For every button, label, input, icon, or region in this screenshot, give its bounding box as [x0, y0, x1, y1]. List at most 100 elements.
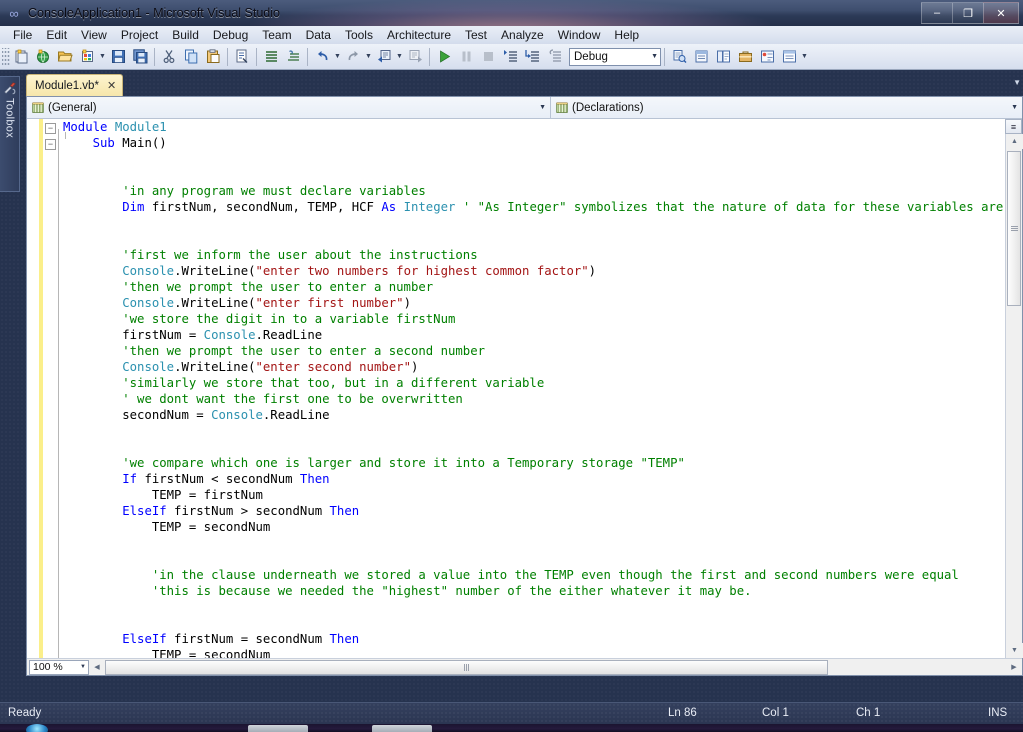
taskbar-item[interactable]	[372, 725, 432, 732]
add-new-item-dropdown-arrow[interactable]: ▼	[98, 46, 107, 68]
step-out-icon[interactable]	[543, 46, 565, 68]
uncomment-icon[interactable]	[282, 46, 304, 68]
menu-item-view[interactable]: View	[74, 26, 114, 44]
redo-dropdown-arrow[interactable]: ▼	[364, 46, 373, 68]
title-bar-glow	[250, 0, 770, 26]
start-orb-icon[interactable]	[26, 724, 48, 732]
code-line: 'in the clause underneath we stored a va…	[151, 568, 959, 582]
code-line: ElseIf firstNum > secondNum Then	[122, 504, 360, 518]
menu-item-data[interactable]: Data	[299, 26, 338, 44]
output-window-icon[interactable]	[778, 46, 800, 68]
error-list-icon[interactable]	[756, 46, 778, 68]
save-icon[interactable]	[107, 46, 129, 68]
menu-item-tools[interactable]: Tools	[338, 26, 380, 44]
code-text[interactable]: Module Module1 Sub Main() 'in any progra…	[63, 119, 1022, 675]
save-all-icon[interactable]	[129, 46, 151, 68]
vb-module-icon	[556, 102, 568, 113]
toolbar-grip[interactable]	[2, 47, 10, 66]
navigate-backward-dropdown-arrow[interactable]: ▼	[395, 46, 404, 68]
chevron-down-icon[interactable]: ▼	[539, 104, 546, 111]
code-surface[interactable]: − − Module Module1 Sub Main() 'in any pr…	[27, 119, 1022, 675]
scroll-left-arrow[interactable]: ◀	[89, 660, 105, 675]
find-icon[interactable]	[231, 46, 253, 68]
close-icon[interactable]: ✕	[107, 79, 116, 92]
menu-item-help[interactable]: Help	[607, 26, 646, 44]
menu-item-analyze[interactable]: Analyze	[494, 26, 551, 44]
chevron-down-icon[interactable]: ▼	[80, 664, 86, 670]
add-new-item-icon[interactable]	[76, 46, 98, 68]
fold-toggle-module[interactable]: −	[45, 123, 56, 134]
scroll-up-arrow[interactable]: ▲	[1006, 134, 1023, 149]
status-bar: Ready Ln 86 Col 1 Ch 1 INS	[0, 702, 1023, 725]
navigate-backward-icon[interactable]	[373, 46, 395, 68]
solution-configuration-combo[interactable]: Debug ▼	[569, 47, 661, 66]
comment-icon[interactable]	[260, 46, 282, 68]
object-browser-icon[interactable]	[712, 46, 734, 68]
step-over-icon[interactable]	[521, 46, 543, 68]
redo-icon[interactable]	[342, 46, 364, 68]
cut-icon[interactable]	[158, 46, 180, 68]
chevron-down-icon[interactable]: ▼	[1011, 104, 1018, 111]
vertical-scroll-thumb[interactable]	[1007, 151, 1021, 306]
tab-list-dropdown-icon[interactable]: ▼	[1013, 78, 1021, 87]
toolbar-separator	[227, 47, 228, 66]
close-button[interactable]: ✕	[983, 2, 1019, 24]
zoom-level-combo[interactable]: 100 % ▼	[29, 659, 89, 675]
maximize-restore-button[interactable]: ❐	[952, 2, 983, 24]
horizontal-scroll-thumb[interactable]	[105, 659, 828, 675]
solution-explorer-icon[interactable]	[668, 46, 690, 68]
window-controls: – ❐ ✕	[921, 2, 1019, 24]
step-into-icon[interactable]	[499, 46, 521, 68]
open-file-icon[interactable]	[54, 46, 76, 68]
undo-icon[interactable]	[311, 46, 333, 68]
code-line: Dim firstNum, secondNum, TEMP, HCF As In…	[122, 200, 1022, 214]
menu-item-edit[interactable]: Edit	[39, 26, 74, 44]
paste-icon[interactable]	[202, 46, 224, 68]
properties-window-icon[interactable]	[690, 46, 712, 68]
new-project-icon[interactable]	[10, 46, 32, 68]
status-column: Col 1	[762, 707, 789, 719]
start-debugging-icon[interactable]	[433, 46, 455, 68]
code-line: secondNum = Console.ReadLine	[63, 408, 330, 422]
member-declaration-combo[interactable]: (Declarations) ▼	[551, 97, 1022, 119]
menu-item-architecture[interactable]: Architecture	[380, 26, 458, 44]
taskbar-item[interactable]	[248, 725, 308, 732]
vertical-scrollbar[interactable]: ▲ ▼	[1005, 119, 1023, 658]
menu-item-project[interactable]: Project	[114, 26, 165, 44]
horizontal-scroll-track[interactable]	[105, 659, 1006, 675]
toolbar-separator	[256, 47, 257, 66]
navigate-forward-icon[interactable]	[404, 46, 426, 68]
workspace: Toolbox Module1.vb* ✕ ▼ (General) ▼ (Dec…	[0, 70, 1023, 702]
pause-icon[interactable]	[455, 46, 477, 68]
document-tab-module1[interactable]: Module1.vb* ✕	[26, 74, 124, 96]
menu-item-team[interactable]: Team	[255, 26, 298, 44]
toolbox-window-icon[interactable]	[734, 46, 756, 68]
add-web-site-icon[interactable]	[32, 46, 54, 68]
scroll-down-arrow[interactable]: ▼	[1006, 643, 1023, 658]
editor-split-button[interactable]: ≡	[1005, 119, 1022, 134]
editor-navigation-bar: (General) ▼ (Declarations) ▼	[27, 97, 1022, 119]
toolbar-overflow-arrow[interactable]: ▼	[800, 46, 809, 68]
outlining-margin[interactable]: − −	[43, 119, 66, 675]
minimize-button[interactable]: –	[921, 2, 952, 24]
sidebar-item-toolbox[interactable]: Toolbox	[0, 76, 20, 192]
menu-item-window[interactable]: Window	[551, 26, 608, 44]
copy-icon[interactable]	[180, 46, 202, 68]
fold-toggle-sub[interactable]: −	[45, 139, 56, 150]
toolbar-separator	[154, 47, 155, 66]
undo-dropdown-arrow[interactable]: ▼	[333, 46, 342, 68]
stop-icon[interactable]	[477, 46, 499, 68]
member-scope-combo[interactable]: (General) ▼	[27, 97, 551, 119]
code-line: ElseIf firstNum = secondNum Then	[122, 632, 360, 646]
menu-item-file[interactable]: File	[6, 26, 39, 44]
visual-studio-logo-icon: ∞	[9, 5, 19, 21]
chevron-down-icon[interactable]: ▼	[651, 49, 658, 65]
editor-bottom-bar: 100 % ▼ ◀ ▶	[27, 658, 1022, 675]
menu-item-test[interactable]: Test	[458, 26, 494, 44]
menu-item-build[interactable]: Build	[165, 26, 206, 44]
menu-item-debug[interactable]: Debug	[206, 26, 255, 44]
code-line: ' we dont want the first one to be overw…	[122, 392, 463, 406]
scroll-right-arrow[interactable]: ▶	[1006, 660, 1022, 675]
zoom-level-value: 100 %	[33, 661, 63, 673]
